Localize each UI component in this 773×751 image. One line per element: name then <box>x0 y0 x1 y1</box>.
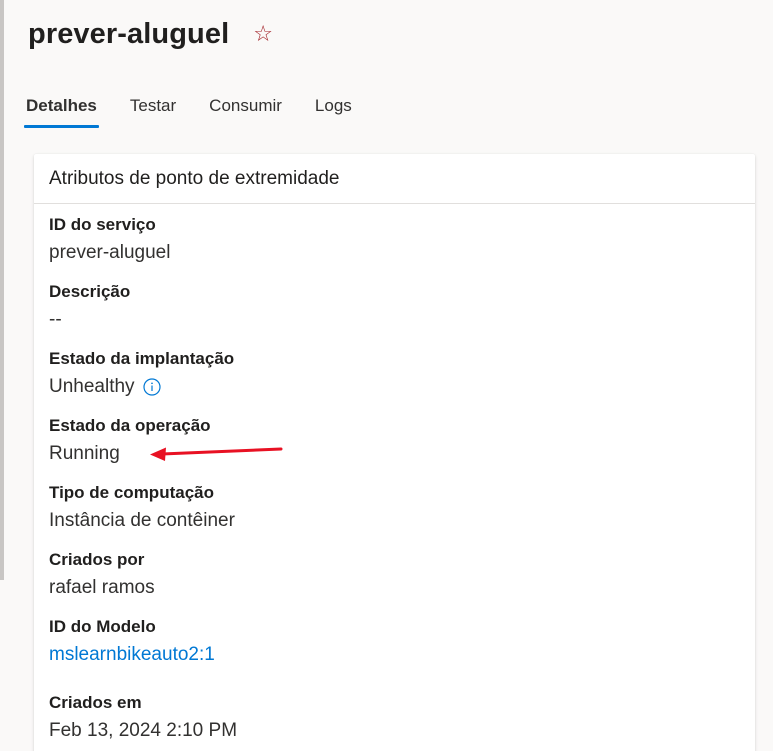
card-title: Atributos de ponto de extremidade <box>34 154 755 204</box>
field-created-on: Criados em Feb 13, 2024 2:10 PM <box>49 692 237 744</box>
service-id-value: prever-aluguel <box>49 242 171 263</box>
tab-logs[interactable]: Logs <box>315 96 352 128</box>
deployment-state-value: Unhealthy <box>49 376 135 397</box>
description-value: -- <box>49 309 62 330</box>
field-description: Descrição -- <box>49 281 130 333</box>
red-arrow-annotation <box>150 447 283 461</box>
field-compute-type: Tipo de computação Instância de contêine… <box>49 482 235 534</box>
field-value: Feb 13, 2024 2:10 PM <box>49 718 237 744</box>
tab-detalhes[interactable]: Detalhes <box>24 96 99 128</box>
created-on-value: Feb 13, 2024 2:10 PM <box>49 720 238 741</box>
page: prever-aluguel ☆ Detalhes Testar Consumi… <box>0 0 773 751</box>
field-value: -- <box>49 307 130 333</box>
tab-consumir[interactable]: Consumir <box>209 96 282 128</box>
field-value: prever-aluguel <box>49 240 170 266</box>
field-label: Estado da operação <box>49 416 211 435</box>
page-header: prever-aluguel ☆ <box>28 18 273 51</box>
compute-type-value: Instância de contêiner <box>49 510 235 531</box>
created-by-value: rafael ramos <box>49 577 155 598</box>
field-value: rafael ramos <box>49 575 155 601</box>
model-id-link[interactable]: mslearnbikeauto2:1 <box>49 642 215 668</box>
left-rail-divider <box>0 0 4 580</box>
endpoint-attributes-card: Atributos de ponto de extremidade ID do … <box>34 154 755 751</box>
field-label: Descrição <box>49 282 131 301</box>
field-label: Criados por <box>49 550 145 569</box>
field-model-id: ID do Modelo mslearnbikeauto2:1 <box>49 616 215 668</box>
field-label: ID do serviço <box>49 215 156 234</box>
info-icon[interactable] <box>142 378 161 396</box>
field-value: Unhealthy <box>49 374 234 400</box>
page-title: prever-aluguel <box>28 18 230 50</box>
field-label: Tipo de computação <box>49 483 214 502</box>
field-value: Instância de contêiner <box>49 508 235 534</box>
favorite-star-icon[interactable]: ☆ <box>253 22 273 45</box>
field-label: Criados em <box>49 693 142 712</box>
field-label: Estado da implantação <box>49 349 235 368</box>
field-service-id: ID do serviço prever-aluguel <box>49 214 170 266</box>
operation-state-value: Running <box>49 443 120 464</box>
field-created-by: Criados por rafael ramos <box>49 549 155 601</box>
field-label: ID do Modelo <box>49 617 156 636</box>
tab-bar: Detalhes Testar Consumir Logs <box>24 96 385 128</box>
field-value: mslearnbikeauto2:1 <box>49 642 215 668</box>
field-deployment-state: Estado da implantação Unhealthy <box>49 348 234 400</box>
tab-testar[interactable]: Testar <box>130 96 176 128</box>
